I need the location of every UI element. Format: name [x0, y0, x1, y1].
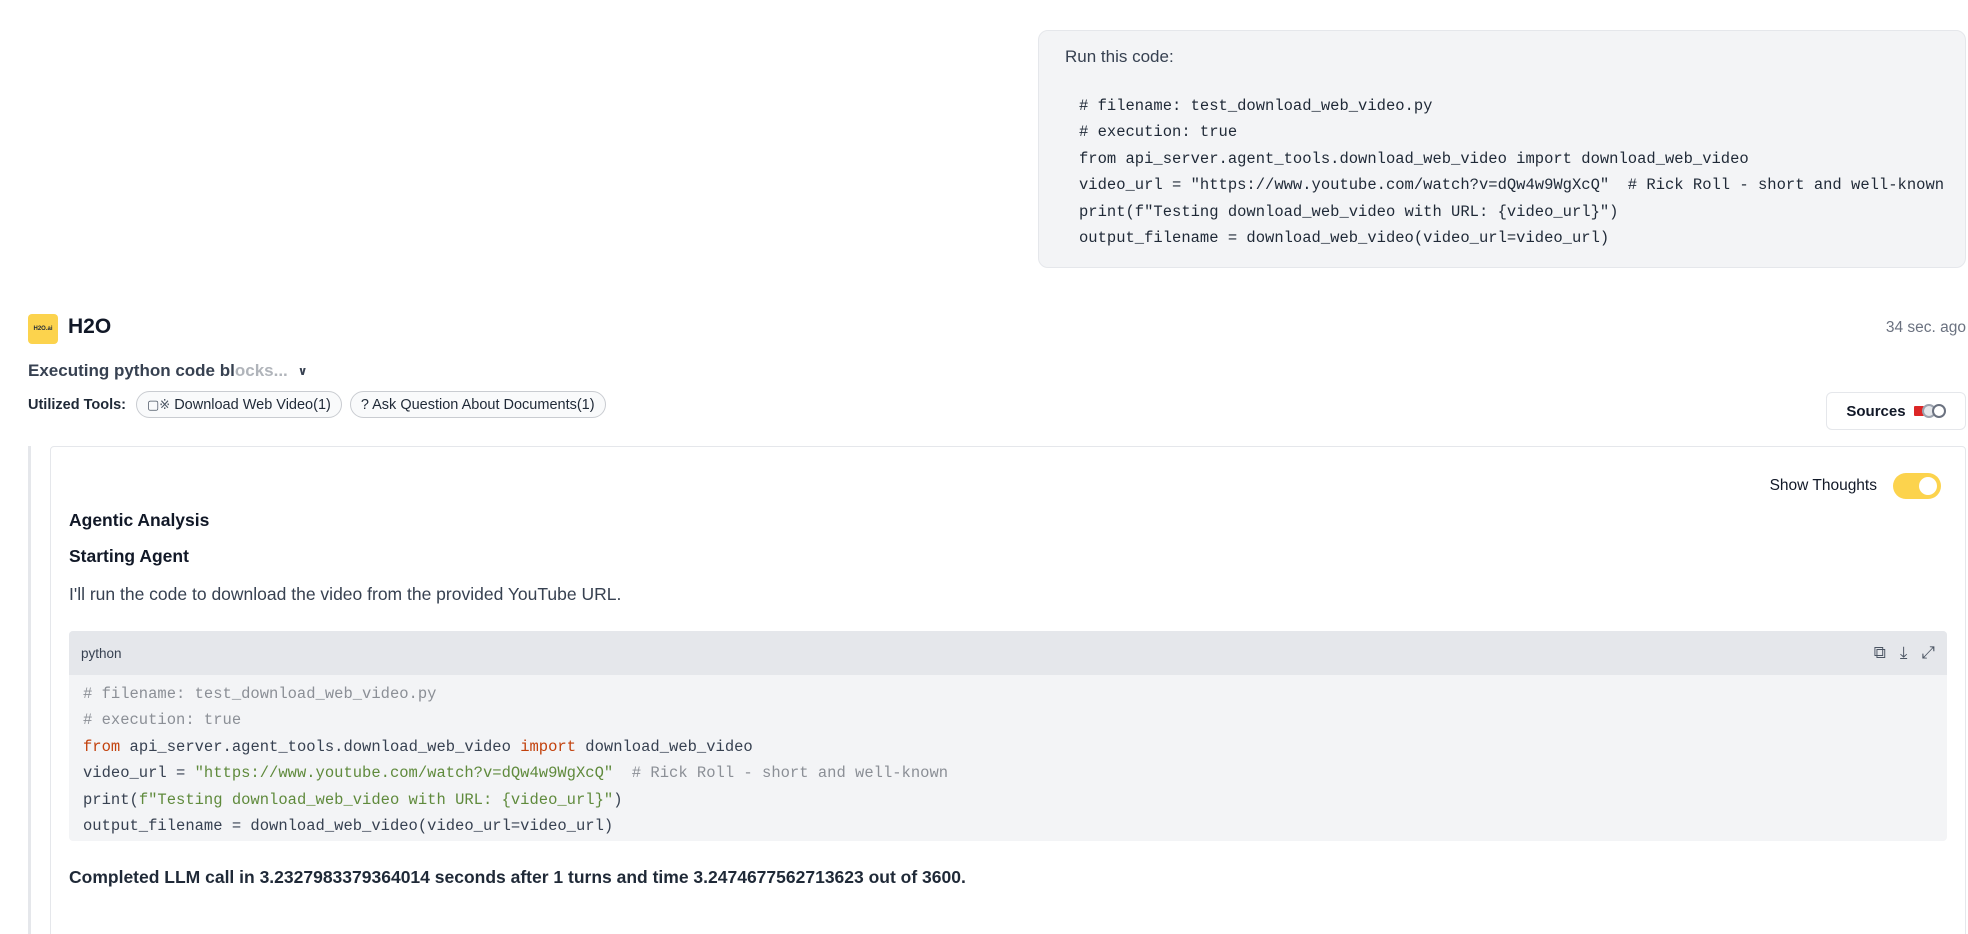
code-text: api_server.agent_tools.download_web_vide… — [120, 737, 521, 756]
completion-status: Completed LLM call in 3.2327983379364014… — [69, 867, 966, 887]
intro-text: I'll run the code to download the video … — [69, 584, 622, 604]
code-block-header: python ⧉ ⤓ ⤢ — [69, 631, 1947, 675]
tool-pill-download-web-video[interactable]: ▢※ Download Web Video(1) — [136, 391, 342, 418]
code-text: print( — [83, 790, 139, 809]
message-timestamp: 34 sec. ago — [1885, 319, 1966, 336]
code-line: output_filename = download_web_video(vid… — [83, 817, 614, 836]
code-body: # filename: test_download_web_video.py #… — [69, 675, 1947, 841]
show-thoughts-label: Show Thoughts — [1769, 477, 1877, 494]
user-code-line: output_filename = download_web_video(vid… — [1079, 229, 1610, 248]
globe-icon — [1931, 404, 1946, 418]
assistant-header: H2O.ai H2O 34 sec. ago — [28, 312, 1966, 344]
analysis-heading: Agentic Analysis — [69, 510, 210, 530]
expand-icon[interactable]: ⤢ — [1921, 643, 1935, 663]
code-comment: # Rick Roll - short and well-known — [613, 764, 949, 783]
tool-pill-label: Download Web Video(1) — [174, 396, 331, 413]
code-block: python ⧉ ⤓ ⤢ # filename: test_download_w… — [69, 631, 1947, 841]
chevron-down-icon: ∨ — [297, 364, 308, 378]
user-code-line: video_url = "https://www.youtube.com/wat… — [1079, 176, 1945, 195]
code-text: video_url = — [83, 764, 195, 783]
code-string: f"Testing download_web_video with URL: {… — [138, 790, 614, 809]
code-keyword: import — [520, 737, 576, 756]
thoughts-panel: Show Thoughts Agentic Analysis Starting … — [50, 446, 1966, 934]
show-thoughts-control: Show Thoughts — [1770, 473, 1941, 499]
user-prompt-text: Run this code: — [1065, 47, 1174, 66]
tools-label: Utilized Tools: — [28, 396, 127, 413]
user-code-line: # filename: test_download_web_video.py — [1079, 97, 1433, 115]
tool-pill-ask-question[interactable]: ? Ask Question About Documents(1) — [349, 391, 606, 418]
source-favicons — [1911, 404, 1946, 418]
starting-agent-heading: Starting Agent — [69, 546, 189, 566]
sources-button[interactable]: Sources — [1826, 392, 1966, 430]
avatar-logo-text: H2O.ai — [33, 326, 53, 332]
user-code-line: print(f"Testing download_web_video with … — [1079, 202, 1619, 221]
show-thoughts-toggle[interactable] — [1893, 473, 1941, 499]
utilized-tools: Utilized Tools: ▢※ Download Web Video(1)… — [28, 391, 606, 418]
tool-pill-label: ? Ask Question About Documents(1) — [360, 396, 595, 413]
user-code-line: # execution: true — [1079, 123, 1238, 142]
code-keyword: from — [83, 737, 121, 756]
code-text: ) — [613, 790, 623, 809]
code-line: # execution: true — [83, 711, 242, 730]
sources-label: Sources — [1846, 402, 1906, 420]
user-message-bubble: Run this code: # filename: test_download… — [1038, 30, 1966, 268]
code-text: download_web_video — [576, 737, 753, 756]
assistant-name: H2O — [68, 315, 112, 338]
download-icon[interactable]: ⤓ — [1900, 643, 1908, 663]
user-code-line: from api_server.agent_tools.download_web… — [1079, 149, 1749, 168]
code-string: "https://www.youtube.com/watch?v=dQw4w9W… — [194, 764, 614, 783]
avatar: H2O.ai — [28, 314, 58, 344]
status-text-fade: ocks... — [234, 361, 288, 380]
code-language: python — [81, 645, 122, 661]
copy-icon[interactable]: ⧉ — [1874, 643, 1886, 663]
status-text: Executing python code bl — [28, 361, 235, 380]
code-line: # filename: test_download_web_video.py — [83, 685, 437, 703]
user-code: # filename: test_download_web_video.py #… — [1065, 93, 1944, 251]
video-icon: ▢※ — [147, 396, 171, 412]
execution-status-toggle[interactable]: Executing python code blocks... ∨ — [28, 361, 308, 381]
code-actions: ⧉ ⤓ ⤢ — [1874, 643, 1935, 663]
thread-rail — [28, 446, 31, 934]
